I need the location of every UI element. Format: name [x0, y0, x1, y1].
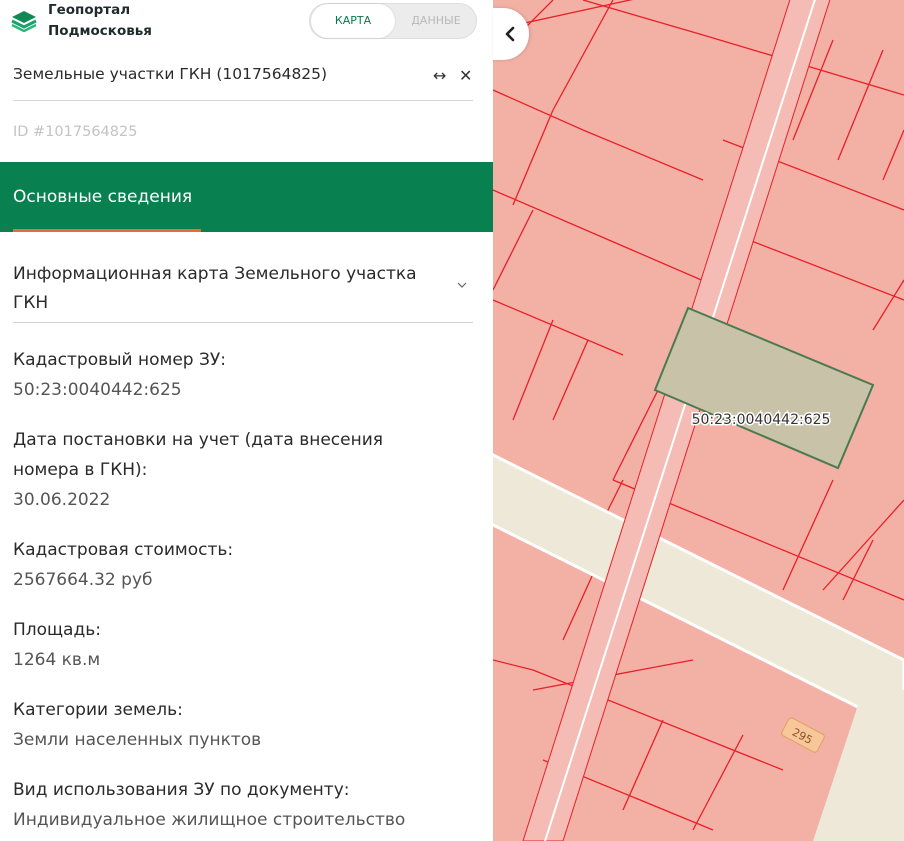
field-value: 2567664.32 руб: [13, 570, 153, 590]
field-label: Кадастровая стоимость:: [13, 540, 234, 560]
layer-title: Земельные участки ГКН (1017564825): [13, 65, 328, 83]
toggle-map-button[interactable]: КАРТА: [311, 4, 395, 38]
toggle-data-button[interactable]: ДАННЫЕ: [396, 4, 476, 38]
field-registration-date: Дата постановки на учет (дата внесения н…: [13, 425, 433, 515]
layer-title-row: Земельные участки ГКН (1017564825) ↔ ✕: [13, 62, 473, 101]
field-area: Площадь: 1264 кв.м: [13, 615, 483, 675]
app-header: Геопортал Подмосковья КАРТА ДАННЫЕ: [0, 0, 493, 50]
field-land-use: Вид использования ЗУ по документу: Индив…: [13, 775, 483, 835]
close-icon[interactable]: ✕: [459, 66, 472, 85]
field-label: Площадь:: [13, 620, 101, 640]
field-label: Дата постановки на учет (дата внесения н…: [13, 430, 383, 480]
logo-line1: Геопортал: [48, 2, 131, 18]
logo-line2: Подмосковья: [48, 23, 152, 39]
field-cadastral-number: Кадастровый номер ЗУ: 50:23:0040442:625: [13, 345, 483, 405]
app-logo-text[interactable]: Геопортал Подмосковья: [48, 0, 152, 42]
cadastral-map[interactable]: 50:23:0040442:625 295: [493, 0, 904, 841]
tab-main-info[interactable]: Основные сведения: [0, 162, 493, 232]
expand-icon[interactable]: ↔: [433, 66, 446, 85]
field-label: Категории земель:: [13, 700, 183, 720]
field-value: 50:23:0040442:625: [13, 380, 182, 400]
collapse-panel-button[interactable]: [493, 8, 529, 60]
field-label: Вид использования ЗУ по документу:: [13, 780, 350, 800]
field-value: 30.06.2022: [13, 490, 111, 510]
view-toggle: КАРТА ДАННЫЕ: [309, 3, 477, 39]
tab-main-info-label: Основные сведения: [13, 187, 193, 207]
object-id: ID #1017564825: [13, 124, 138, 140]
field-value: 1264 кв.м: [13, 650, 101, 670]
field-value: Земли населенных пунктов: [13, 730, 262, 750]
chevron-down-icon: [457, 282, 467, 288]
accordion-title: Информационная карта Земельного участка …: [13, 264, 417, 313]
field-cadastral-value: Кадастровая стоимость: 2567664.32 руб: [13, 535, 483, 595]
field-value: Индивидуальное жилищное строительство: [13, 810, 406, 830]
chevron-left-icon: [505, 26, 515, 42]
layers-logo-icon[interactable]: [10, 10, 38, 32]
field-land-category: Категории земель: Земли населенных пункт…: [13, 695, 483, 755]
info-card-accordion[interactable]: Информационная карта Земельного участка …: [13, 260, 473, 323]
parcel-label: 50:23:0040442:625: [692, 412, 831, 428]
field-label: Кадастровый номер ЗУ:: [13, 350, 226, 370]
tab-active-underline: [13, 229, 201, 232]
side-panel: Геопортал Подмосковья КАРТА ДАННЫЕ Земел…: [0, 0, 493, 841]
